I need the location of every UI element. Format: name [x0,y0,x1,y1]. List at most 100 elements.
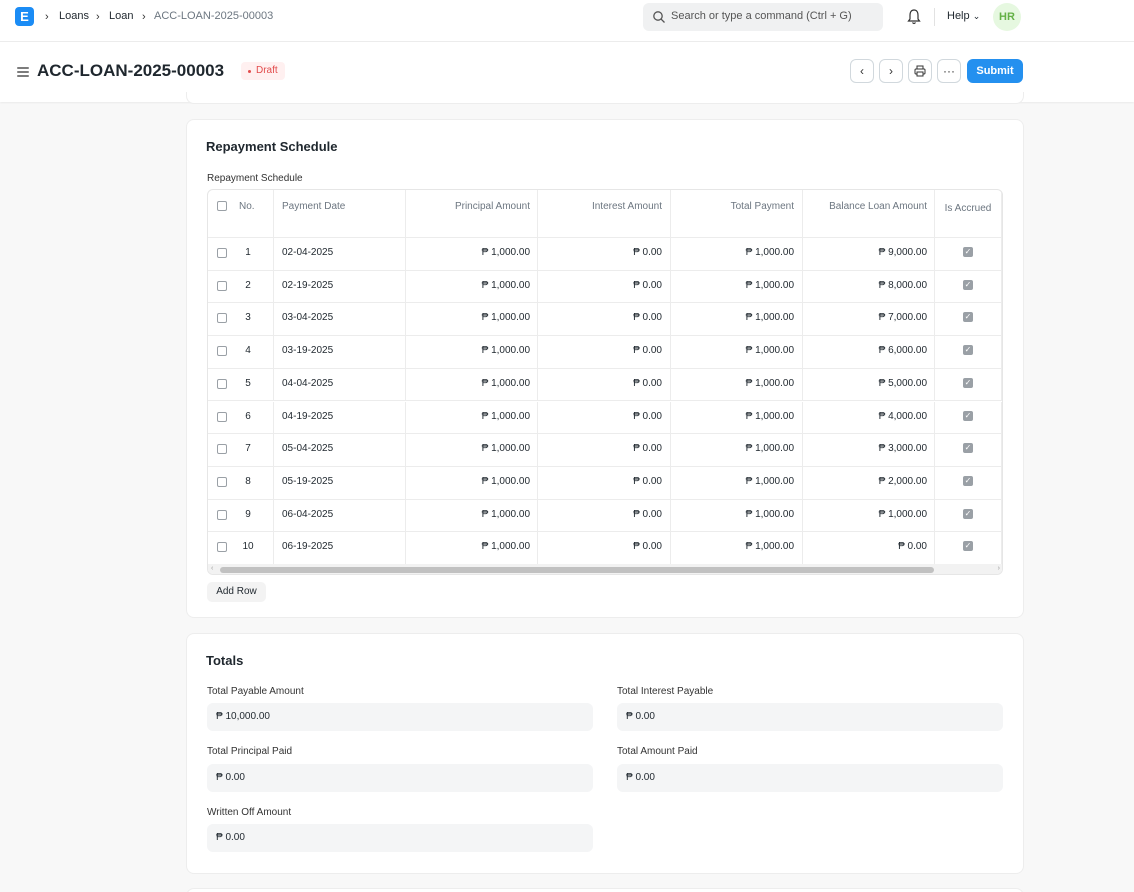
row-checkbox[interactable] [217,476,227,487]
interest-amount-cell[interactable]: ₱ 0.00 [538,532,671,564]
payment-date-cell[interactable]: 03-19-2025 [274,336,406,368]
table-row[interactable]: 9 06-04-2025 ₱ 1,000.00 ₱ 0.00 ₱ 1,000.00 ₱ 1… [208,499,1002,533]
balance-loan-amount-cell[interactable]: ₱ 4,000.00 [803,401,935,434]
payment-date-cell[interactable]: 03-04-2025 [274,303,406,336]
row-checkbox[interactable] [217,411,227,422]
interest-amount-cell[interactable]: ₱ 0.00 [538,434,671,466]
balance-loan-amount-cell[interactable]: ₱ 0.00 [803,532,935,564]
principal-amount-cell[interactable]: ₱ 1,000.00 [406,499,538,532]
interest-amount-cell[interactable]: ₱ 0.00 [538,336,671,368]
row-checkbox[interactable] [217,280,227,291]
breadcrumb-loan[interactable]: Loan [109,10,133,22]
scrollbar-thumb[interactable] [220,567,934,573]
column-header-balance[interactable]: Balance Loan Amount [803,190,935,237]
is-accrued-checkbox[interactable]: ✓ [963,508,973,519]
payment-date-cell[interactable]: 02-19-2025 [274,270,406,303]
is-accrued-cell[interactable]: ✓ [935,303,1002,336]
scroll-left-icon[interactable]: ‹ [211,565,213,572]
payment-date-cell[interactable]: 04-04-2025 [274,368,406,401]
payment-date-cell[interactable]: 05-04-2025 [274,434,406,466]
interest-amount-cell[interactable]: ₱ 0.00 [538,238,671,270]
balance-loan-amount-cell[interactable]: ₱ 1,000.00 [803,499,935,532]
total-payment-cell[interactable]: ₱ 1,000.00 [671,238,803,270]
total-payment-cell[interactable]: ₱ 1,000.00 [671,532,803,564]
help-dropdown[interactable]: Help ⌄ [947,10,980,22]
table-row[interactable]: 1 02-04-2025 ₱ 1,000.00 ₱ 0.00 ₱ 1,000.00 ₱ 9… [208,238,1002,271]
is-accrued-checkbox[interactable]: ✓ [963,247,973,257]
is-accrued-checkbox[interactable]: ✓ [963,443,973,454]
is-accrued-cell[interactable]: ✓ [935,466,1002,499]
principal-amount-cell[interactable]: ₱ 1,000.00 [406,401,538,434]
principal-amount-cell[interactable]: ₱ 1,000.00 [406,368,538,401]
is-accrued-cell[interactable]: ✓ [935,238,1002,270]
row-checkbox[interactable] [217,542,227,553]
total-payment-cell[interactable]: ₱ 1,000.00 [671,466,803,499]
payment-date-cell[interactable]: 06-19-2025 [274,532,406,564]
total-payment-cell[interactable]: ₱ 1,000.00 [671,303,803,336]
interest-amount-cell[interactable]: ₱ 0.00 [538,499,671,532]
balance-loan-amount-cell[interactable]: ₱ 2,000.00 [803,466,935,499]
column-header-is-accrued[interactable]: Is Accrued [935,190,1002,237]
is-accrued-checkbox[interactable]: ✓ [963,345,973,356]
is-accrued-cell[interactable]: ✓ [935,368,1002,401]
add-row-button[interactable]: Add Row [207,582,266,602]
interest-amount-cell[interactable]: ₱ 0.00 [538,368,671,401]
principal-amount-cell[interactable]: ₱ 1,000.00 [406,270,538,303]
interest-amount-cell[interactable]: ₱ 0.00 [538,303,671,336]
column-header-interest[interactable]: Interest Amount [538,190,671,237]
principal-amount-cell[interactable]: ₱ 1,000.00 [406,238,538,270]
total-interest-field[interactable]: ₱ 0.00 [617,703,1003,731]
table-row[interactable]: 10 06-19-2025 ₱ 1,000.00 ₱ 0.00 ₱ 1,000.00 ₱ … [208,532,1002,565]
search-bar[interactable]: Search or type a command (Ctrl + G) [643,3,883,31]
is-accrued-cell[interactable]: ✓ [935,270,1002,303]
amount-paid-field[interactable]: ₱ 0.00 [617,764,1003,792]
payment-date-cell[interactable]: 05-19-2025 [274,466,406,499]
balance-loan-amount-cell[interactable]: ₱ 6,000.00 [803,336,935,368]
is-accrued-cell[interactable]: ✓ [935,401,1002,434]
more-actions-button[interactable]: ··· [937,59,961,83]
sidebar-toggle-icon[interactable] [17,67,29,77]
principal-paid-field[interactable]: ₱ 0.00 [207,764,593,792]
column-header-total-payment[interactable]: Total Payment [671,190,803,237]
row-checkbox[interactable] [217,248,227,258]
principal-amount-cell[interactable]: ₱ 1,000.00 [406,434,538,466]
principal-amount-cell[interactable]: ₱ 1,000.00 [406,466,538,499]
table-row[interactable]: 4 03-19-2025 ₱ 1,000.00 ₱ 0.00 ₱ 1,000.00 ₱ 6… [208,336,1002,369]
payment-date-cell[interactable]: 02-04-2025 [274,238,406,270]
row-checkbox[interactable] [217,313,227,324]
bell-icon[interactable] [906,8,922,26]
balance-loan-amount-cell[interactable]: ₱ 9,000.00 [803,238,935,270]
table-row[interactable]: 2 02-19-2025 ₱ 1,000.00 ₱ 0.00 ₱ 1,000.00 ₱ 8… [208,270,1002,304]
principal-amount-cell[interactable]: ₱ 1,000.00 [406,303,538,336]
row-checkbox[interactable] [217,509,227,520]
row-checkbox[interactable] [217,444,227,455]
total-payable-field[interactable]: ₱ 10,000.00 [207,703,593,731]
balance-loan-amount-cell[interactable]: ₱ 8,000.00 [803,270,935,303]
is-accrued-checkbox[interactable]: ✓ [963,279,973,290]
balance-loan-amount-cell[interactable]: ₱ 7,000.00 [803,303,935,336]
table-row[interactable]: 8 05-19-2025 ₱ 1,000.00 ₱ 0.00 ₱ 1,000.00 ₱ 2… [208,466,1002,500]
balance-loan-amount-cell[interactable]: ₱ 5,000.00 [803,368,935,401]
is-accrued-cell[interactable]: ✓ [935,499,1002,532]
select-all-checkbox[interactable] [217,201,227,211]
interest-amount-cell[interactable]: ₱ 0.00 [538,401,671,434]
principal-amount-cell[interactable]: ₱ 1,000.00 [406,336,538,368]
is-accrued-checkbox[interactable]: ✓ [963,377,973,388]
interest-amount-cell[interactable]: ₱ 0.00 [538,466,671,499]
avatar[interactable]: HR [993,3,1021,31]
row-checkbox[interactable] [217,378,227,389]
is-accrued-checkbox[interactable]: ✓ [963,475,973,486]
principal-amount-cell[interactable]: ₱ 1,000.00 [406,532,538,564]
row-checkbox[interactable] [217,346,227,357]
next-button[interactable]: › [879,59,903,83]
table-row[interactable]: 6 04-19-2025 ₱ 1,000.00 ₱ 0.00 ₱ 1,000.00 ₱ 4… [208,401,1002,435]
total-payment-cell[interactable]: ₱ 1,000.00 [671,499,803,532]
total-payment-cell[interactable]: ₱ 1,000.00 [671,434,803,466]
table-row[interactable]: 5 04-04-2025 ₱ 1,000.00 ₱ 0.00 ₱ 1,000.00 ₱ 5… [208,368,1002,402]
column-header-payment-date[interactable]: Payment Date [274,190,406,237]
column-header-principal[interactable]: Principal Amount [406,190,538,237]
scroll-right-icon[interactable]: › [998,565,1000,572]
balance-loan-amount-cell[interactable]: ₱ 3,000.00 [803,434,935,466]
is-accrued-checkbox[interactable]: ✓ [963,541,973,552]
interest-amount-cell[interactable]: ₱ 0.00 [538,270,671,303]
